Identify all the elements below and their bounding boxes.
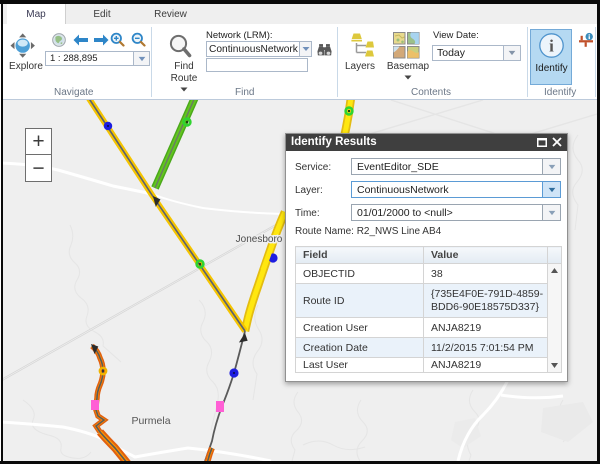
svg-text:Purmela: Purmela: [131, 415, 170, 427]
svg-text:i: i: [549, 37, 554, 56]
svg-text:Jonesboro: Jonesboro: [236, 234, 283, 245]
